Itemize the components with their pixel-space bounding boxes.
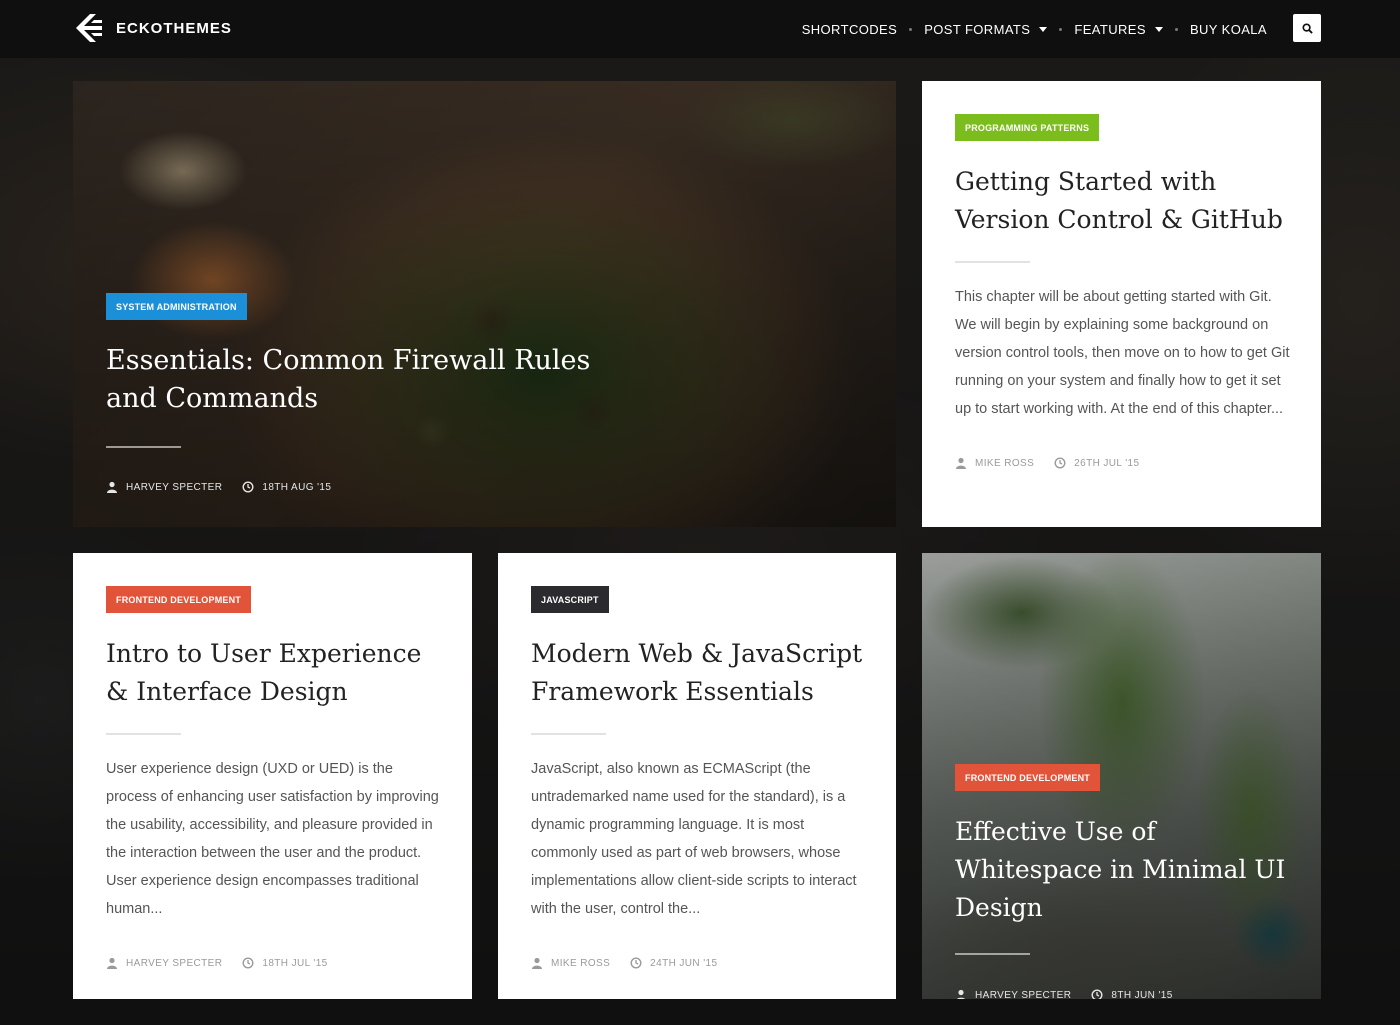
- search-icon: [1301, 22, 1313, 34]
- post-excerpt: User experience design (UXD or UED) is t…: [106, 761, 439, 917]
- chevron-down-icon: [1039, 26, 1048, 32]
- post-title[interactable]: Intro to User Experience & Interface Des…: [106, 635, 442, 711]
- title-divider: [106, 446, 181, 448]
- post-author[interactable]: HARVEY SPECTER: [126, 482, 222, 493]
- user-icon: [532, 957, 542, 969]
- user-icon: [107, 481, 117, 493]
- user-icon: [107, 957, 117, 969]
- post-card[interactable]: PROGRAMMING PATTERNS Getting Started wit…: [922, 81, 1321, 527]
- title-divider: [955, 261, 1030, 263]
- clock-icon: [242, 957, 254, 969]
- post-date: 26TH JUL '15: [1074, 457, 1140, 469]
- post-author[interactable]: MIKE ROSS: [551, 958, 610, 969]
- nav-label: POST FORMATS: [924, 21, 1031, 37]
- post-author[interactable]: MIKE ROSS: [975, 458, 1034, 469]
- post-author[interactable]: HARVEY SPECTER: [126, 958, 222, 969]
- user-icon: [956, 989, 966, 999]
- category-badge[interactable]: FRONTEND DEVELOPMENT: [955, 764, 1101, 791]
- post-title[interactable]: Modern Web & JavaScript Framework Essent…: [531, 635, 866, 711]
- post-title[interactable]: Getting Started with Version Control & G…: [955, 163, 1291, 239]
- site-header: ECKOTHEMES SHORTCODES POST FORMATS FEATU…: [0, 0, 1400, 58]
- post-title[interactable]: Effective Use of Whitespace in Minimal U…: [955, 813, 1291, 927]
- post-meta: HARVEY SPECTER 8TH JUN '15: [955, 989, 1291, 999]
- clock-icon: [242, 481, 254, 493]
- main-nav: SHORTCODES POST FORMATS FEATURES BUY KOA…: [802, 0, 1267, 58]
- eckothemes-logo-icon: [76, 14, 102, 42]
- brand-name: ECKOTHEMES: [116, 19, 232, 37]
- category-badge[interactable]: JAVASCRIPT: [531, 586, 609, 613]
- nav-separator: [1174, 27, 1178, 31]
- post-excerpt: This chapter will be about getting start…: [955, 289, 1290, 417]
- chevron-down-icon: [1154, 26, 1163, 32]
- nav-label: BUY KOALA: [1189, 21, 1267, 37]
- nav-item-buy-koala[interactable]: BUY KOALA: [1190, 22, 1267, 37]
- post-date: 8TH JUN '15: [1111, 989, 1173, 1000]
- post-author[interactable]: HARVEY SPECTER: [975, 990, 1071, 1000]
- post-meta: HARVEY SPECTER 18TH JUL '15: [106, 957, 442, 969]
- nav-label: SHORTCODES: [801, 21, 898, 37]
- post-meta: HARVEY SPECTER 18TH AUG '15: [106, 481, 866, 493]
- clock-icon: [630, 957, 642, 969]
- clock-icon: [1054, 457, 1066, 469]
- category-badge[interactable]: FRONTEND DEVELOPMENT: [106, 586, 252, 613]
- title-divider: [531, 733, 606, 735]
- post-date: 18TH AUG '15: [262, 481, 332, 493]
- post-meta: MIKE ROSS 24TH JUN '15: [531, 957, 866, 969]
- title-divider: [106, 733, 181, 735]
- post-title[interactable]: Essentials: Common Firewall Rules and Co…: [106, 342, 626, 418]
- nav-label: FEATURES: [1074, 21, 1146, 37]
- nav-separator: [1059, 27, 1063, 31]
- post-card-image[interactable]: FRONTEND DEVELOPMENT Effective Use of Wh…: [922, 553, 1321, 999]
- post-card[interactable]: JAVASCRIPT Modern Web & JavaScript Frame…: [498, 553, 896, 999]
- brand-link[interactable]: ECKOTHEMES: [72, 11, 232, 45]
- category-badge[interactable]: SYSTEM ADMINISTRATION: [106, 293, 247, 320]
- post-excerpt: JavaScript, also known as ECMAScript (th…: [531, 761, 857, 917]
- nav-item-shortcodes[interactable]: SHORTCODES: [802, 22, 898, 37]
- post-card[interactable]: FRONTEND DEVELOPMENT Intro to User Exper…: [73, 553, 472, 999]
- nav-item-features[interactable]: FEATURES: [1074, 22, 1163, 37]
- user-icon: [956, 457, 966, 469]
- post-date: 24TH JUN '15: [650, 957, 718, 969]
- title-divider: [955, 953, 1030, 955]
- post-date: 18TH JUL '15: [262, 957, 328, 969]
- search-button[interactable]: [1293, 14, 1321, 42]
- post-meta: MIKE ROSS 26TH JUL '15: [955, 457, 1291, 469]
- nav-separator: [909, 27, 913, 31]
- category-badge[interactable]: PROGRAMMING PATTERNS: [955, 114, 1100, 141]
- clock-icon: [1091, 989, 1103, 999]
- nav-item-post-formats[interactable]: POST FORMATS: [924, 21, 1048, 37]
- post-card-featured[interactable]: SYSTEM ADMINISTRATION Essentials: Common…: [73, 81, 896, 527]
